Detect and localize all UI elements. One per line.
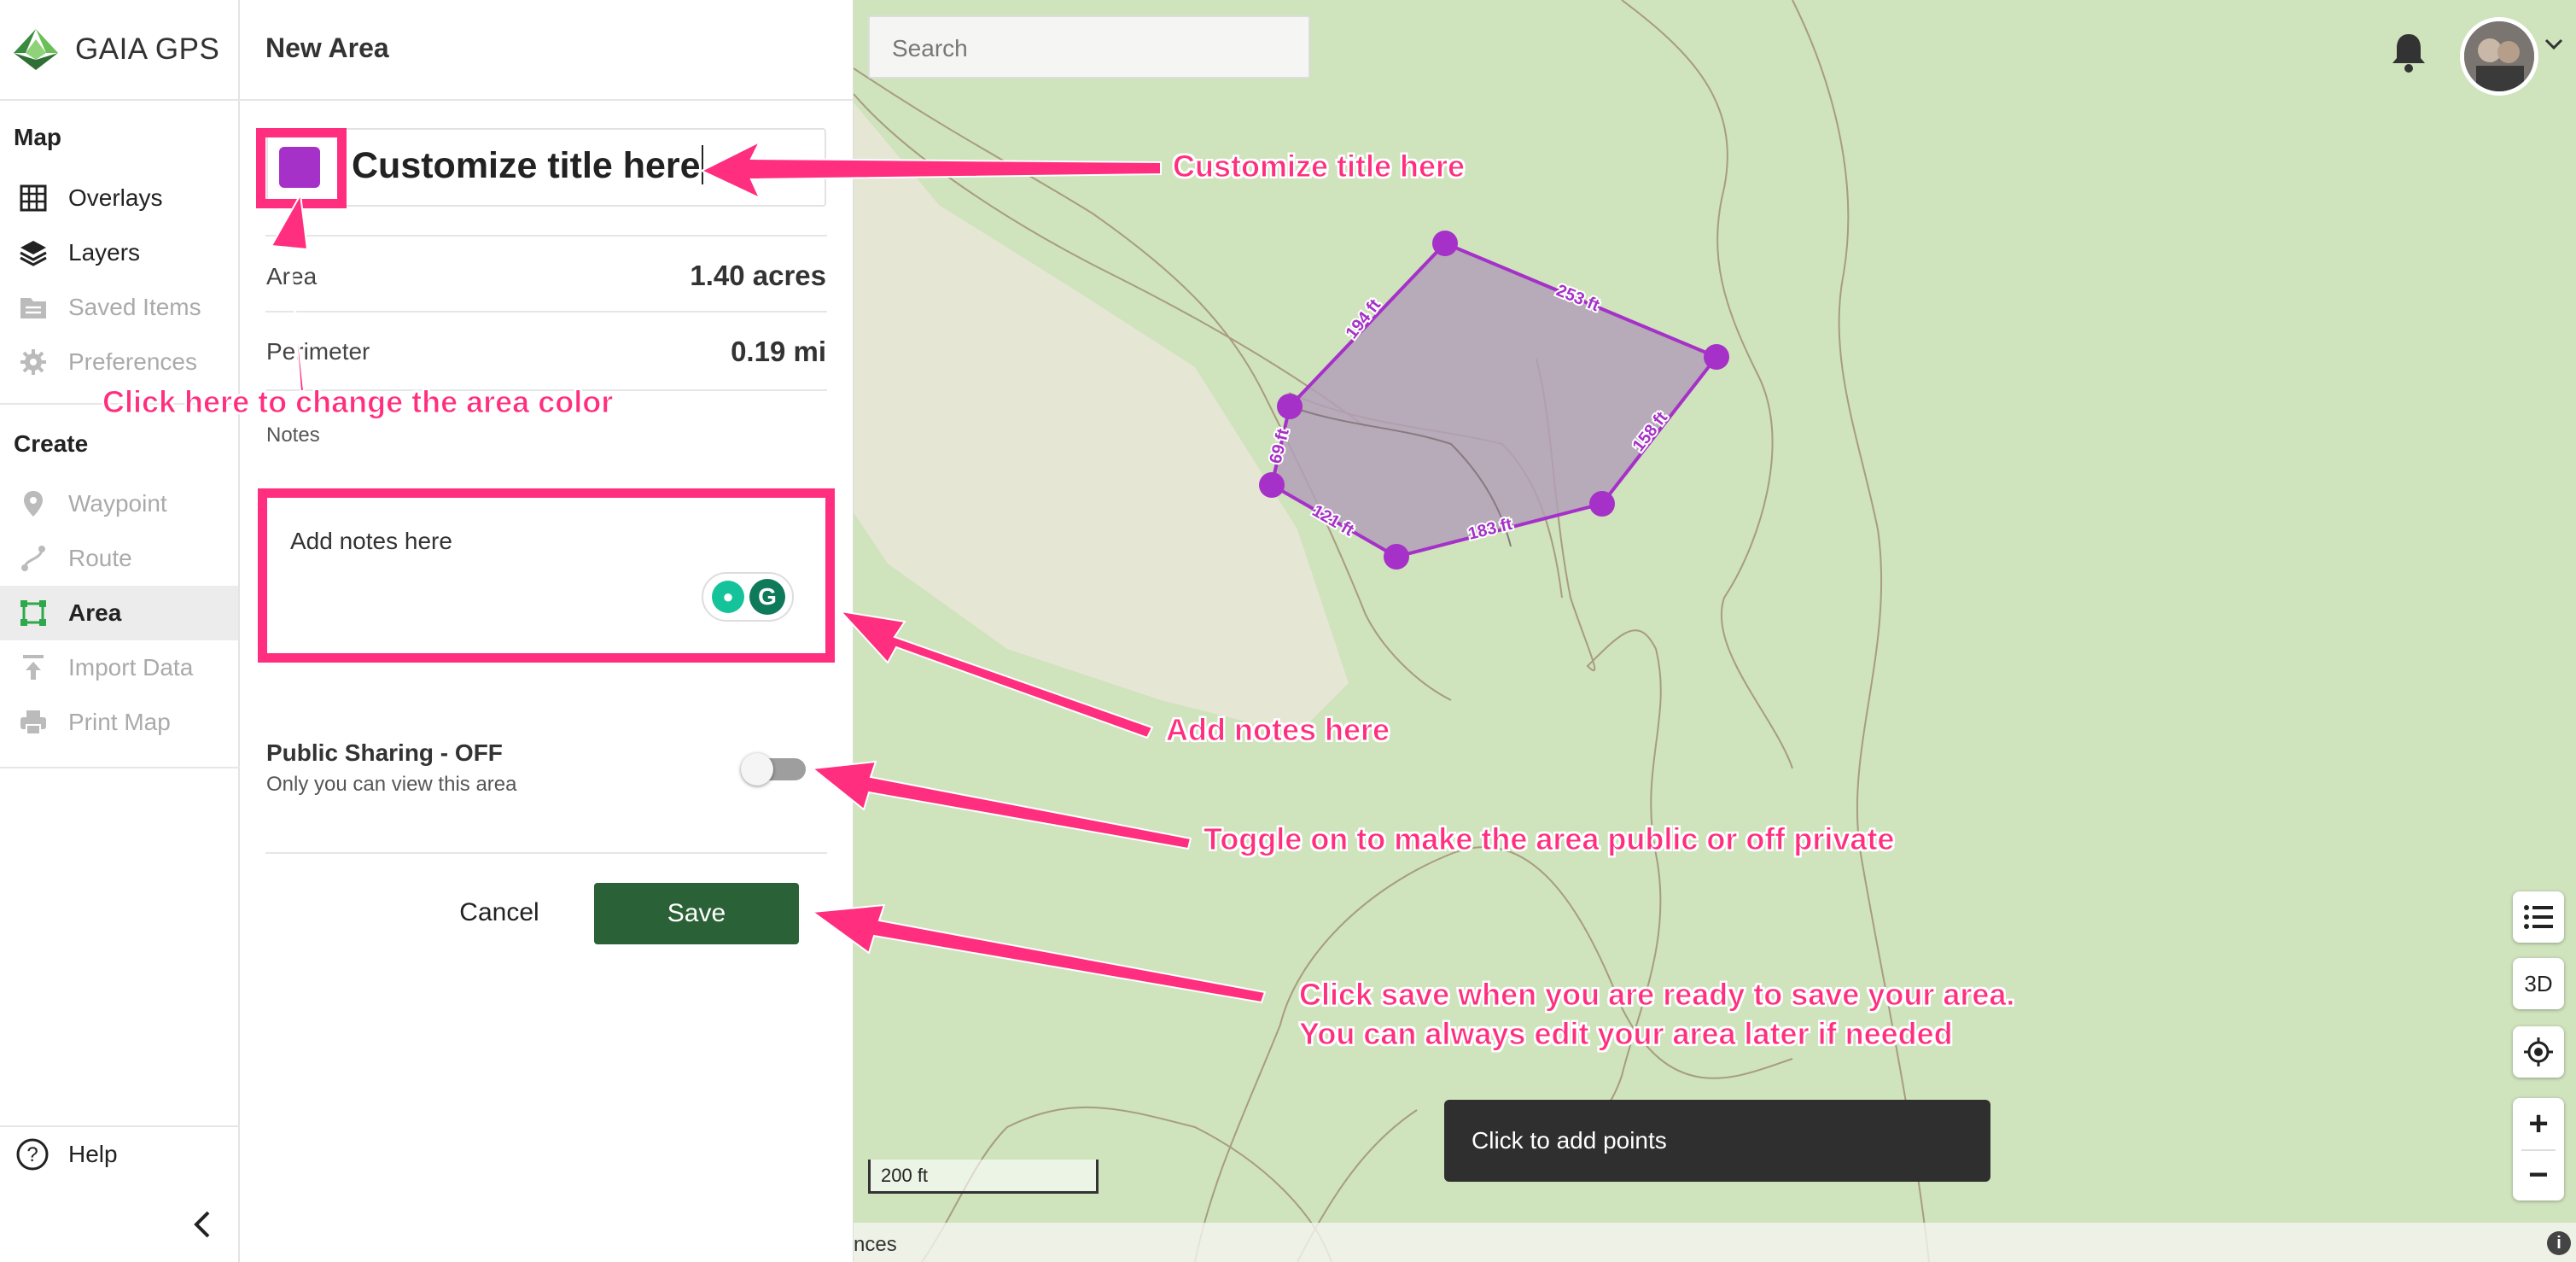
annotation-notes: Add notes here — [1165, 712, 1390, 748]
attribution-bar — [854, 1223, 2576, 1262]
sidebar-item-layers[interactable]: Layers — [0, 225, 238, 280]
panel-title: New Area — [265, 32, 389, 63]
svg-text:?: ? — [26, 1143, 38, 1166]
gear-icon — [20, 349, 46, 375]
divider — [265, 235, 827, 237]
save-button[interactable]: Save — [594, 883, 799, 944]
sidebar-item-waypoint[interactable]: Waypoint — [0, 476, 238, 531]
vertex-handle[interactable] — [1589, 491, 1615, 517]
public-sharing-toggle[interactable] — [741, 753, 806, 786]
divider — [265, 311, 827, 313]
sidebar-item-import-data[interactable]: Import Data — [0, 640, 238, 695]
help-button[interactable]: ? Help — [0, 1127, 238, 1182]
cancel-button[interactable]: Cancel — [427, 885, 572, 941]
app-name: GAIA GPS — [75, 32, 220, 66]
list-icon — [2524, 905, 2553, 929]
sidebar-item-label: Print Map — [68, 709, 171, 735]
annotation-title: Customize title here — [1172, 149, 1466, 184]
annotation-save-2: You can always edit your area later if n… — [1299, 1016, 1954, 1052]
divider — [240, 99, 854, 101]
help-icon: ? — [16, 1138, 49, 1171]
highlight-box-color — [256, 128, 347, 208]
sidebar-item-saved-items[interactable]: Saved Items — [0, 280, 238, 335]
map-canvas[interactable]: 194 ft 253 ft 158 ft 183 ft 121 ft 69 ft — [854, 0, 2576, 1262]
perimeter-value: 0.19 mi — [731, 336, 826, 367]
locate-button[interactable] — [2513, 1026, 2564, 1078]
vertex-handle[interactable] — [1277, 394, 1303, 419]
zoom-out-button[interactable]: − — [2513, 1149, 2564, 1201]
toggle-knob — [741, 753, 773, 786]
vertex-handle[interactable] — [1704, 344, 1729, 370]
vertex-handle[interactable] — [1259, 472, 1285, 498]
help-label: Help — [68, 1141, 118, 1167]
area-icon — [20, 600, 46, 626]
layers-icon — [20, 241, 47, 266]
divider — [0, 99, 240, 101]
toggle-3d-button[interactable]: 3D — [2513, 958, 2564, 1009]
3d-label: 3D — [2524, 970, 2553, 996]
scale-bar: 200 ft — [868, 1160, 1099, 1194]
title-input-value: Customize title here — [352, 145, 703, 187]
sidebar: GAIA GPS Map Overlays Layers Saved Items… — [0, 0, 240, 1262]
collapse-sidebar-icon[interactable] — [189, 1207, 215, 1242]
info-icon[interactable]: i — [2547, 1231, 2571, 1255]
attribution-text[interactable]: nces — [854, 1233, 897, 1257]
pin-icon — [24, 491, 43, 517]
vertex-handle[interactable] — [1432, 231, 1458, 256]
sidebar-item-print-map[interactable]: Print Map — [0, 695, 238, 750]
grammarly-icon[interactable]: G — [749, 579, 785, 615]
sidebar-item-route[interactable]: Route — [0, 531, 238, 586]
grammarly-widget[interactable]: ● G — [702, 572, 794, 622]
vertex-handle[interactable] — [1384, 544, 1409, 570]
notification-bell-icon[interactable] — [2390, 31, 2427, 73]
area-value: 1.40 acres — [690, 260, 826, 291]
sidebar-item-label: Preferences — [68, 348, 197, 375]
upload-icon — [23, 655, 44, 680]
title-value: Customize title here — [352, 145, 701, 186]
logo[interactable]: GAIA GPS — [12, 26, 219, 73]
search-placeholder: Search — [892, 35, 968, 61]
area-label: Area — [266, 263, 318, 289]
chevron-down-icon[interactable] — [2544, 38, 2564, 51]
list-view-button[interactable] — [2513, 891, 2564, 943]
sidebar-item-area[interactable]: Area — [0, 586, 238, 640]
route-icon — [21, 546, 45, 571]
annotation-toggle: Toggle on to make the area public or off… — [1203, 821, 1895, 857]
public-sharing-title: Public Sharing - OFF — [266, 739, 503, 766]
grid-icon — [20, 184, 47, 212]
divider — [265, 852, 827, 854]
public-sharing-subtitle: Only you can view this area — [266, 773, 517, 796]
avatar[interactable] — [2460, 17, 2538, 96]
search-input[interactable]: Search — [868, 15, 1310, 79]
sidebar-item-label: Overlays — [68, 184, 163, 211]
avatar-photo-icon — [2464, 21, 2534, 91]
zoom-in-button[interactable]: + — [2513, 1098, 2564, 1149]
printer-icon — [20, 710, 46, 735]
toast-message: Click to add points — [1444, 1100, 1990, 1182]
sidebar-item-label: Waypoint — [68, 490, 167, 517]
notes-label: Notes — [266, 424, 320, 447]
sidebar-item-label: Route — [68, 545, 132, 571]
sidebar-item-label: Import Data — [68, 654, 194, 681]
annotation-save-1: Click save when you are ready to save yo… — [1298, 977, 2015, 1013]
divider — [0, 767, 240, 768]
sidebar-item-preferences[interactable]: Preferences — [0, 335, 238, 389]
gaia-logo-icon — [14, 29, 58, 70]
perimeter-label: Perimeter — [266, 338, 370, 365]
crosshair-icon — [2524, 1037, 2553, 1066]
grammarly-bulb-icon[interactable]: ● — [712, 581, 744, 613]
folder-icon — [20, 298, 46, 318]
sidebar-item-label: Area — [68, 599, 122, 626]
text-caret — [701, 145, 703, 184]
sidebar-item-label: Layers — [68, 239, 141, 266]
notes-placeholder: Add notes here — [290, 528, 452, 554]
sidebar-item-label: Saved Items — [68, 294, 201, 320]
annotation-color: Click here to change the area color — [102, 384, 614, 420]
scale-label: 200 ft — [881, 1165, 929, 1186]
section-heading-create: Create — [14, 430, 89, 457]
section-heading-map: Map — [14, 124, 61, 150]
zoom-controls: + − — [2513, 1098, 2564, 1201]
sidebar-item-overlays[interactable]: Overlays — [0, 171, 238, 225]
